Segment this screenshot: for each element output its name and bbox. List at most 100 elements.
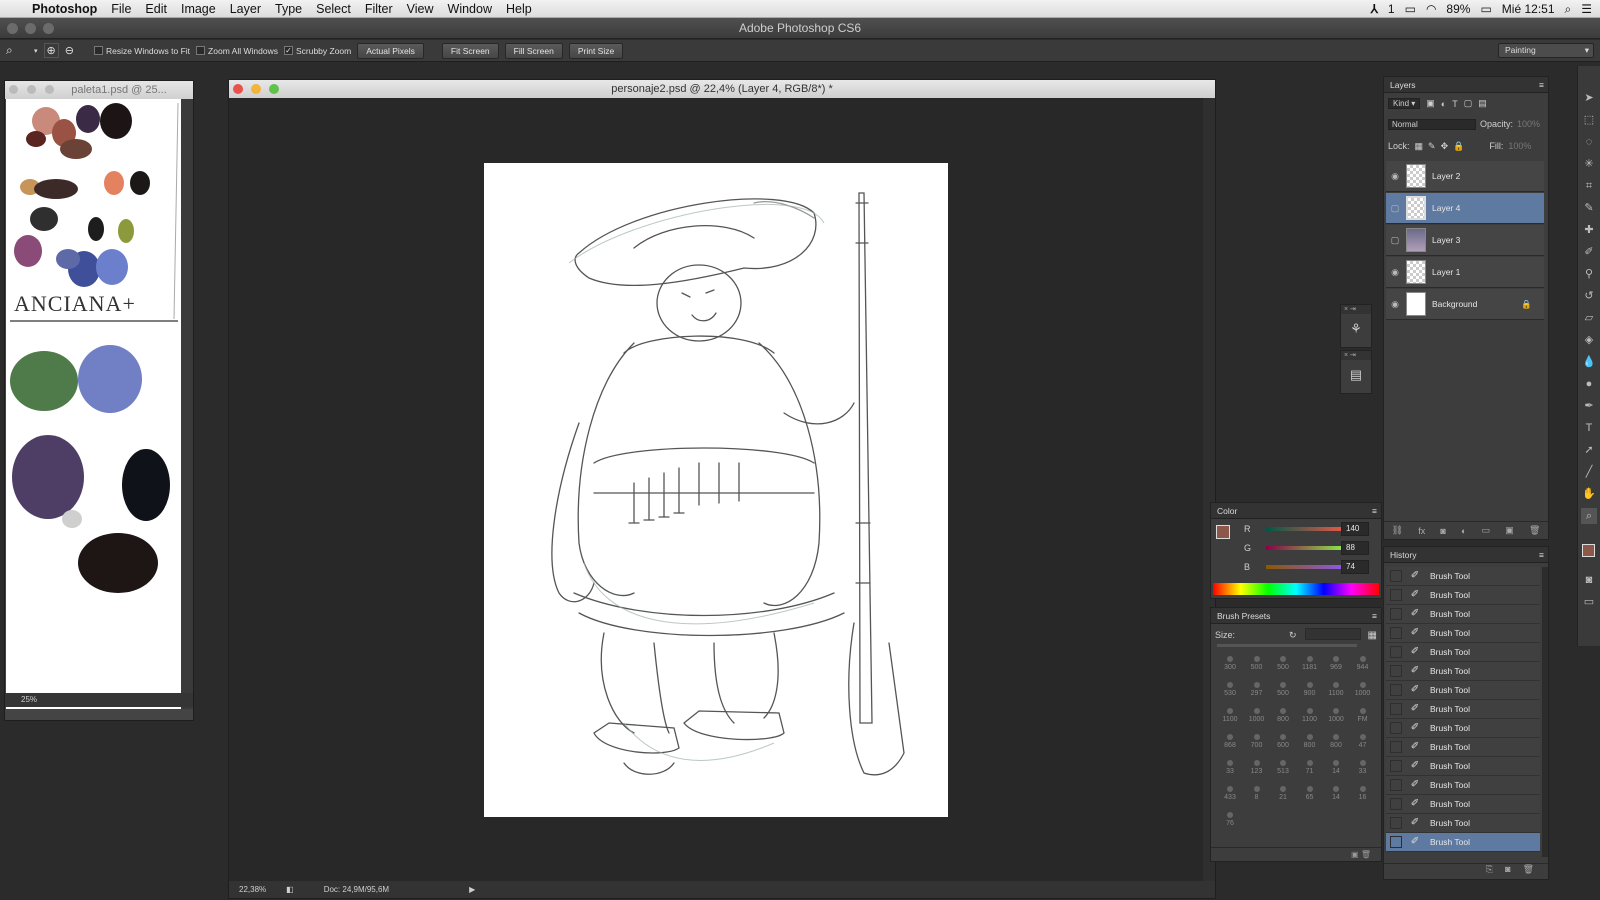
brush-tip[interactable]: 1000	[1350, 679, 1376, 705]
reset-icon[interactable]: ↻	[1289, 630, 1297, 641]
zoom-tool-icon[interactable]: ⌕	[6, 43, 28, 58]
panel-menu-icon[interactable]: ≡	[1539, 547, 1544, 563]
green-slider[interactable]	[1266, 546, 1351, 550]
document-info[interactable]: Doc: 24,9M/95,6M	[324, 881, 389, 898]
lock-image-icon[interactable]: ✎	[1428, 141, 1436, 152]
marquee-tool-icon[interactable]: ⬚	[1581, 112, 1597, 128]
history-state[interactable]: ✐ Brush Tool	[1386, 586, 1540, 605]
battery-percent[interactable]: 89%	[1446, 2, 1470, 16]
brush-tip[interactable]: 900	[1297, 679, 1323, 705]
history-source-checkbox[interactable]	[1390, 798, 1402, 810]
palette-canvas[interactable]: ANCIANA+	[6, 99, 182, 709]
history-source-checkbox[interactable]	[1390, 589, 1402, 601]
history-source-checkbox[interactable]	[1390, 779, 1402, 791]
dodge-tool-icon[interactable]: ●	[1581, 376, 1597, 392]
lock-position-icon[interactable]: ✥	[1441, 141, 1449, 152]
type-tool-icon[interactable]: T	[1581, 420, 1597, 436]
visibility-eye-icon[interactable]: ◉	[1386, 171, 1404, 182]
lasso-tool-icon[interactable]: ◌	[1581, 134, 1597, 150]
filter-type-icon[interactable]: T	[1452, 99, 1458, 109]
clock[interactable]: Mié 12:51	[1502, 2, 1555, 16]
blue-value[interactable]: 74	[1341, 560, 1369, 574]
history-state[interactable]: ✐ Brush Tool	[1386, 605, 1540, 624]
brush-tip[interactable]: FM	[1350, 705, 1376, 731]
link-layers-icon[interactable]: ⛓	[1392, 525, 1403, 536]
brush-tip[interactable]: 14	[1323, 783, 1349, 809]
brush-tip[interactable]: 500	[1270, 679, 1296, 705]
blue-slider[interactable]	[1266, 565, 1351, 569]
panel-menu-icon[interactable]: ≡	[1539, 77, 1544, 93]
menu-select[interactable]: Select	[309, 2, 358, 16]
display-icon[interactable]: ▭	[1405, 2, 1416, 16]
history-brush-tool-icon[interactable]: ↺	[1581, 288, 1597, 304]
quick-mask-icon[interactable]: ◙	[1581, 572, 1597, 588]
brush-tip[interactable]: 47	[1350, 731, 1376, 757]
menu-edit[interactable]: Edit	[138, 2, 174, 16]
color-spectrum-ramp[interactable]	[1213, 583, 1379, 595]
history-state[interactable]: ✐ Brush Tool	[1386, 814, 1540, 833]
close-icon[interactable]	[233, 84, 243, 94]
input-count[interactable]: 1	[1388, 2, 1395, 16]
wifi-icon[interactable]: ◠	[1426, 2, 1436, 16]
crop-tool-icon[interactable]: ⌗	[1581, 178, 1597, 194]
close-icon[interactable]: × ⇥	[1341, 351, 1371, 360]
history-source-checkbox[interactable]	[1390, 665, 1402, 677]
lock-transparent-icon[interactable]: ▦	[1415, 141, 1424, 152]
brush-panel-icon[interactable]: ▦	[1368, 630, 1377, 641]
panel-menu-icon[interactable]: ≡	[1372, 608, 1377, 624]
eraser-tool-icon[interactable]: ▱	[1581, 310, 1597, 326]
palette-scrollbar[interactable]	[181, 99, 193, 709]
actual-pixels-button[interactable]: Actual Pixels	[357, 42, 424, 59]
lock-all-icon[interactable]: 🔒	[1453, 141, 1464, 152]
history-source-checkbox[interactable]	[1390, 646, 1402, 658]
screen-mode-icon[interactable]: ▭	[1581, 594, 1597, 610]
resize-windows-checkbox[interactable]: Resize Windows to Fit	[93, 46, 190, 56]
new-document-from-state-icon[interactable]: ⎘	[1486, 864, 1493, 879]
fit-screen-button[interactable]: Fit Screen	[441, 42, 499, 59]
zoom-icon[interactable]	[269, 84, 279, 94]
history-source-checkbox[interactable]	[1390, 608, 1402, 620]
red-value[interactable]: 140	[1341, 522, 1369, 536]
menu-help[interactable]: Help	[499, 2, 539, 16]
magic-wand-tool-icon[interactable]: ✳	[1581, 156, 1597, 172]
new-layer-icon[interactable]: ▣	[1505, 525, 1514, 536]
layer-row-layer-4[interactable]: ▢ Layer 4	[1386, 193, 1544, 224]
history-state[interactable]: ✐ Brush Tool	[1386, 700, 1540, 719]
new-group-icon[interactable]: ▭	[1482, 525, 1491, 536]
brush-tip[interactable]: 1100	[1297, 705, 1323, 731]
minimize-icon[interactable]	[25, 23, 36, 34]
green-value[interactable]: 88	[1341, 541, 1369, 555]
adjustment-layer-icon[interactable]: ◐	[1461, 526, 1466, 536]
document-info-icon[interactable]: ◧	[286, 881, 294, 898]
line-tool-icon[interactable]: ╱	[1581, 464, 1597, 480]
zoom-all-checkbox[interactable]: Zoom All Windows	[196, 46, 278, 56]
brush-tip[interactable]: 700	[1244, 731, 1270, 757]
brush-tip[interactable]: 1100	[1217, 705, 1243, 731]
filter-shape-icon[interactable]: ▢	[1464, 98, 1473, 109]
menu-view[interactable]: View	[400, 2, 441, 16]
brush-tip[interactable]: 433	[1217, 783, 1243, 809]
visibility-off-icon[interactable]: ▢	[1386, 235, 1404, 246]
visibility-eye-icon[interactable]: ◉	[1386, 299, 1404, 310]
brush-tip[interactable]: 16	[1350, 783, 1376, 809]
brush-tip[interactable]: 530	[1217, 679, 1243, 705]
brush-tip[interactable]: 500	[1270, 653, 1296, 679]
minimize-icon[interactable]	[27, 85, 36, 94]
history-state[interactable]: ✐ Brush Tool	[1386, 567, 1540, 586]
hand-tool-icon[interactable]: ✋	[1581, 486, 1597, 502]
menu-filter[interactable]: Filter	[358, 2, 400, 16]
history-scrollbar[interactable]	[1542, 567, 1548, 857]
fill-screen-button[interactable]: Fill Screen	[504, 42, 563, 59]
battery-icon[interactable]: ▭	[1480, 2, 1491, 16]
eyedropper-tool-icon[interactable]: ✎	[1581, 200, 1597, 216]
menu-layer[interactable]: Layer	[223, 2, 268, 16]
history-state[interactable]: ✐ Brush Tool	[1386, 795, 1540, 814]
workspace-select[interactable]: Painting ▾	[1498, 43, 1594, 58]
layers-title[interactable]: Layers	[1390, 80, 1416, 90]
layer-row-layer-3[interactable]: ▢ Layer 3	[1386, 225, 1544, 256]
history-source-checkbox[interactable]	[1390, 627, 1402, 639]
clone-source-icon[interactable]: ⚘	[1341, 314, 1371, 344]
history-state[interactable]: ✐ Brush Tool	[1386, 833, 1540, 852]
brush-tip[interactable]: 14	[1323, 757, 1349, 783]
brush-tip[interactable]: 944	[1350, 653, 1376, 679]
